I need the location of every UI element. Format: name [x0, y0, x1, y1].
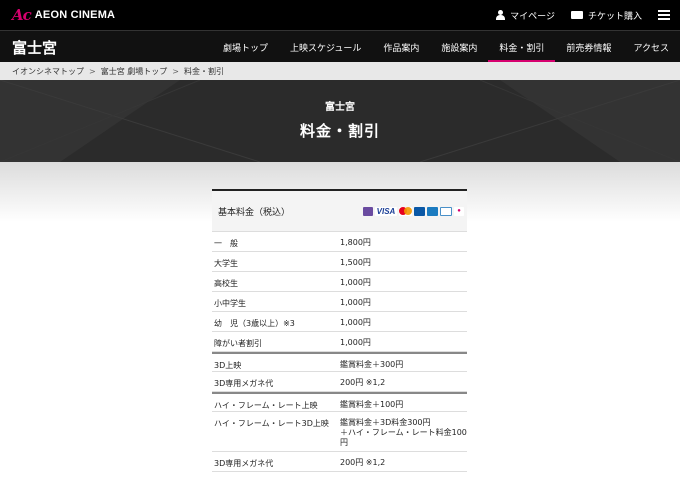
- price-value: 1,000円: [340, 278, 371, 287]
- price-value: 1,800円: [340, 238, 371, 247]
- breadcrumb-separator: >: [172, 66, 179, 76]
- pricing-table-header: 基本料金（税込） VISA ●: [212, 191, 467, 232]
- table-row: 3D専用メガネ代 200円 ※1,2: [212, 452, 467, 472]
- table-row: 3D上映 鑑賞料金＋300円: [212, 352, 467, 372]
- price-label: 3D上映: [214, 361, 242, 370]
- theater-title[interactable]: 富士宮: [12, 37, 57, 58]
- theater-nav: 劇場トップ 上映スケジュール 作品案内 施設案内 料金・割引 前売券情報 アクセ…: [212, 31, 680, 63]
- table-row: 障がい者割引 1,000円: [212, 332, 467, 352]
- price-label: ハイ・フレーム・レート上映: [214, 401, 318, 410]
- my-page-label: マイページ: [510, 11, 555, 22]
- pricing-rows: 一 般 1,800円 大学生 1,500円 高校生 1,000円 小中学生 1,000円…: [212, 232, 467, 472]
- nav-theater-top[interactable]: 劇場トップ: [212, 31, 279, 63]
- breadcrumb-aeon-top[interactable]: イオンシネマトップ: [12, 66, 84, 77]
- jcb-icon: [414, 206, 425, 216]
- person-icon: [496, 10, 506, 20]
- page-title: 料金・割引: [299, 122, 380, 140]
- price-value: 1,000円: [340, 318, 371, 327]
- price-value: 1,500円: [340, 258, 371, 267]
- table-row: 高校生 1,000円: [212, 272, 467, 292]
- logo-text: AEON CINEMA: [34, 9, 116, 21]
- breadcrumb-current: 料金・割引: [183, 66, 224, 76]
- jcb-premo-icon: ●: [454, 206, 464, 216]
- price-label: 大学生: [214, 259, 238, 268]
- amex-icon: [427, 206, 438, 216]
- theater-navbar: 富士宮 劇場トップ 上映スケジュール 作品案内 施設案内 料金・割引 前売券情報…: [0, 30, 680, 63]
- price-label: 幼 児（3歳以上）※3: [214, 319, 295, 328]
- price-value: 1,000円: [340, 298, 371, 307]
- waon-icon: [363, 206, 373, 216]
- ticket-purchase-link[interactable]: チケット購入: [570, 9, 642, 22]
- top-bar: Ac AEON CINEMA マイページ チケット購入: [0, 0, 680, 30]
- price-value: 鑑賞料金＋100円: [340, 400, 404, 409]
- price-value: 200円 ※1,2: [340, 378, 386, 387]
- ticket-icon: [570, 11, 583, 19]
- nav-advance-tickets[interactable]: 前売券情報: [555, 31, 622, 63]
- nav-movies[interactable]: 作品案内: [372, 31, 430, 63]
- price-label: ハイ・フレーム・レート3D上映: [214, 419, 329, 428]
- breadcrumb: イオンシネマトップ > 富士宮 劇場トップ > 料金・割引: [0, 62, 680, 80]
- logo-mark: Ac: [12, 6, 32, 24]
- top-links: マイページ チケット購入: [480, 0, 670, 30]
- price-label: 3D専用メガネ代: [214, 459, 274, 468]
- mastercard-icon: [399, 206, 412, 216]
- price-value: 200円 ※1,2: [340, 458, 386, 467]
- page-hero: 富士宮 料金・割引: [0, 80, 680, 162]
- table-row: 大学生 1,500円: [212, 252, 467, 272]
- diners-icon: [440, 206, 452, 216]
- hamburger-menu-icon[interactable]: [658, 10, 670, 20]
- price-label: 3D専用メガネ代: [214, 379, 274, 388]
- table-row: 一 般 1,800円: [212, 232, 467, 252]
- price-value: 1,000円: [340, 338, 371, 347]
- price-label: 小中学生: [214, 299, 246, 308]
- pricing-table: 基本料金（税込） VISA ● 一 般 1,800円 大学生 1,500円 高校生 1…: [212, 189, 467, 472]
- payment-card-logos: VISA ●: [361, 206, 464, 216]
- table-row: ハイ・フレーム・レート上映 鑑賞料金＋100円: [212, 392, 467, 412]
- table-row: ハイ・フレーム・レート3D上映 鑑賞料金＋3D料金300円 ＋ハイ・フレーム・レー…: [212, 412, 467, 452]
- pricing-table-title: 基本料金（税込）: [218, 207, 291, 218]
- nav-schedule[interactable]: 上映スケジュール: [279, 31, 372, 63]
- breadcrumb-theater-top[interactable]: 富士宮 劇場トップ: [101, 66, 168, 77]
- price-label: 障がい者割引: [214, 339, 262, 348]
- price-value: 鑑賞料金＋3D料金300円 ＋ハイ・フレーム・レート料金100円: [340, 418, 467, 447]
- table-row: 幼 児（3歳以上）※3 1,000円: [212, 312, 467, 332]
- table-row: 小中学生 1,000円: [212, 292, 467, 312]
- table-row: 3D専用メガネ代 200円 ※1,2: [212, 372, 467, 392]
- hero-subtitle: 富士宮: [325, 102, 355, 113]
- nav-pricing[interactable]: 料金・割引: [488, 31, 556, 63]
- aeon-cinema-logo[interactable]: Ac AEON CINEMA: [12, 6, 115, 24]
- price-value: 鑑賞料金＋300円: [340, 360, 404, 369]
- price-label: 高校生: [214, 279, 238, 288]
- nav-facility[interactable]: 施設案内: [430, 31, 488, 63]
- nav-access[interactable]: アクセス: [622, 31, 680, 63]
- visa-icon: VISA: [375, 206, 397, 216]
- price-label: 一 般: [214, 239, 238, 248]
- breadcrumb-separator: >: [89, 66, 96, 76]
- ticket-label: チケット購入: [587, 11, 642, 22]
- my-page-link[interactable]: マイページ: [496, 9, 555, 22]
